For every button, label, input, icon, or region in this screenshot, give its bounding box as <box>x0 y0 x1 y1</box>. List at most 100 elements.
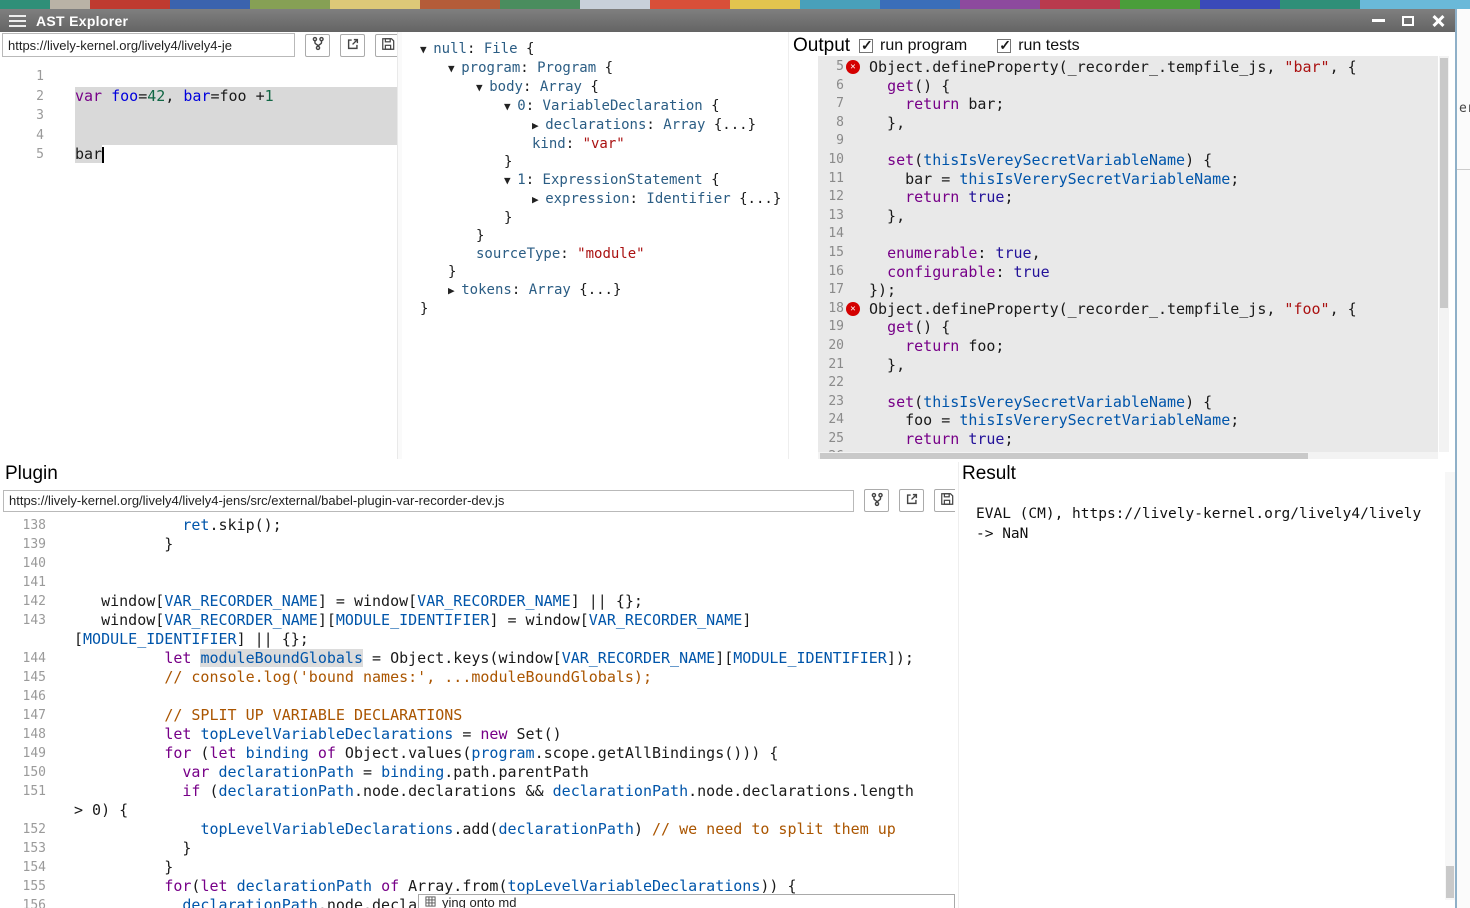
open-external-button[interactable] <box>340 34 365 57</box>
window-controls <box>1363 9 1453 32</box>
code-line: 10 set(thisIsVereySecretVariableName) { <box>818 151 1438 170</box>
line-number: 12 <box>818 188 844 207</box>
save-button[interactable] <box>934 489 955 512</box>
line-number: 9 <box>818 132 844 151</box>
source-pane: 12var foo=42, bar=foo +1345bar <box>0 32 397 462</box>
expanded-arrow-icon[interactable]: ▼ <box>420 43 433 56</box>
line-number: 145 <box>0 668 46 687</box>
plugin-code-editor[interactable]: 138 ret.skip();139 }140141142 window[VAR… <box>0 514 955 908</box>
ast-tree-node[interactable]: kind: "var" <box>402 135 788 153</box>
ast-tree-node[interactable]: ▼ body: Array { <box>402 78 788 97</box>
plugin-url-bar <box>3 489 955 512</box>
line-number: 11 <box>818 170 844 189</box>
expanded-arrow-icon[interactable]: ▼ <box>448 62 461 75</box>
ast-tree-node[interactable]: } <box>402 153 788 171</box>
expanded-arrow-icon[interactable]: ▼ <box>504 100 517 113</box>
expanded-arrow-icon[interactable]: ▼ <box>504 174 517 187</box>
ast-tree-node[interactable]: ▼ null: File { <box>402 40 788 59</box>
ast-tree-node[interactable]: ▼ 1: ExpressionStatement { <box>402 171 788 190</box>
code-line: 24 foo = thisIsVererySecretVariableName; <box>818 411 1438 430</box>
code-line: 5bar <box>0 145 397 165</box>
ast-tree-node[interactable]: ▼ 0: VariableDeclaration { <box>402 97 788 116</box>
code-line: 2var foo=42, bar=foo +1 <box>0 87 397 107</box>
ast-tree-node[interactable]: sourceType: "module" <box>402 245 788 263</box>
line-number: 10 <box>818 151 844 170</box>
version-graph-icon <box>870 492 884 510</box>
code-line: 13 }, <box>818 207 1438 226</box>
code-line: 25 return true; <box>818 430 1438 449</box>
ast-tree-node[interactable]: ▶ declarations: Array {...} <box>402 116 788 135</box>
close-button[interactable] <box>1423 9 1453 32</box>
expanded-arrow-icon[interactable]: ▼ <box>476 81 489 94</box>
window-titlebar[interactable]: AST Explorer <box>0 9 1455 32</box>
maximize-icon <box>1402 16 1414 26</box>
result-vertical-scrollbar[interactable] <box>1445 472 1455 900</box>
ast-tree-node[interactable]: } <box>402 263 788 281</box>
line-number: 25 <box>818 430 844 449</box>
plugin-toolbar <box>864 489 955 512</box>
minimize-button[interactable] <box>1363 9 1393 32</box>
collapsed-arrow-icon[interactable]: ▶ <box>532 193 545 206</box>
result-line: EVAL (CM), https://lively-kernel.org/liv… <box>976 505 1438 525</box>
collapsed-arrow-icon[interactable]: ▶ <box>448 284 461 297</box>
line-number: 147 <box>0 706 46 725</box>
code-line: 153 } <box>0 839 955 858</box>
code-line: 11 bar = thisIsVererySecretVariableName; <box>818 170 1438 189</box>
plugin-pane: Plugin 138 ret.skip();139 }140141142 win… <box>0 462 955 908</box>
ast-tree-node[interactable]: } <box>402 300 788 318</box>
error-badge-icon <box>844 58 861 77</box>
run-tests-checkbox[interactable] <box>997 39 1011 53</box>
version-graph-button[interactable] <box>305 34 330 57</box>
code-line: 15 enumerable: true, <box>818 244 1438 263</box>
plugin-url-input[interactable] <box>3 490 854 512</box>
ast-tree-node[interactable]: } <box>402 209 788 227</box>
option-run-program[interactable]: run program <box>859 37 967 55</box>
maximize-button[interactable] <box>1393 9 1423 32</box>
collapsed-arrow-icon[interactable]: ▶ <box>532 119 545 132</box>
line-number: 3 <box>0 106 44 126</box>
scrollbar-thumb[interactable] <box>1440 58 1448 308</box>
code-line: 151 if (declarationPath.node.declaration… <box>0 782 955 801</box>
ast-tree[interactable]: ▼ null: File {▼ program: Program {▼ body… <box>402 32 788 318</box>
output-vertical-scrollbar[interactable] <box>1439 56 1449 452</box>
line-number: 155 <box>0 877 46 896</box>
code-line: 19 get() { <box>818 318 1438 337</box>
line-number: 5 <box>818 58 844 77</box>
code-line: 149 for (let binding of Object.values(pr… <box>0 744 955 763</box>
line-number: 16 <box>818 263 844 282</box>
divider <box>1457 169 1470 170</box>
open-external-icon <box>905 492 919 509</box>
source-code-editor[interactable]: 12var foo=42, bar=foo +1345bar <box>0 58 397 462</box>
ast-tree-node[interactable]: ▶ tokens: Array {...} <box>402 281 788 300</box>
code-line: 139 } <box>0 535 955 554</box>
scrollbar-thumb[interactable] <box>1446 866 1454 898</box>
version-graph-button[interactable] <box>864 489 889 512</box>
line-number: 19 <box>818 318 844 337</box>
code-line: 17}); <box>818 281 1438 300</box>
output-code-view[interactable]: 5Object.defineProperty(_recorder_.tempfi… <box>818 56 1438 452</box>
code-line: 8 }, <box>818 114 1438 133</box>
line-number: 13 <box>818 207 844 226</box>
line-number: 149 <box>0 744 46 763</box>
ast-tree-node[interactable]: ▶ expression: Identifier {...} <box>402 190 788 209</box>
ast-tree-node[interactable]: ▼ program: Program { <box>402 59 788 78</box>
run-program-checkbox[interactable] <box>859 39 873 53</box>
option-run-tests[interactable]: run tests <box>997 37 1079 55</box>
open-external-button[interactable] <box>899 489 924 512</box>
line-number <box>0 801 46 820</box>
ast-tree-pane: ▼ null: File {▼ program: Program {▼ body… <box>402 32 788 459</box>
line-number: 17 <box>818 281 844 300</box>
menu-icon[interactable] <box>9 15 26 27</box>
background-window-sliver: er <box>1455 9 1470 908</box>
code-line: 16 configurable: true <box>818 263 1438 282</box>
code-line: 152 topLevelVariableDeclarations.add(dec… <box>0 820 955 839</box>
line-number: 141 <box>0 573 46 592</box>
ast-tree-node[interactable]: } <box>402 227 788 245</box>
source-url-input[interactable] <box>2 33 295 57</box>
result-line: -> NaN <box>976 525 1438 545</box>
source-toolbar <box>305 34 400 57</box>
checkbox-label: run program <box>880 37 967 55</box>
grid-icon <box>425 895 436 908</box>
code-line: 147 // SPLIT UP VARIABLE DECLARATIONS <box>0 706 955 725</box>
line-number: 153 <box>0 839 46 858</box>
